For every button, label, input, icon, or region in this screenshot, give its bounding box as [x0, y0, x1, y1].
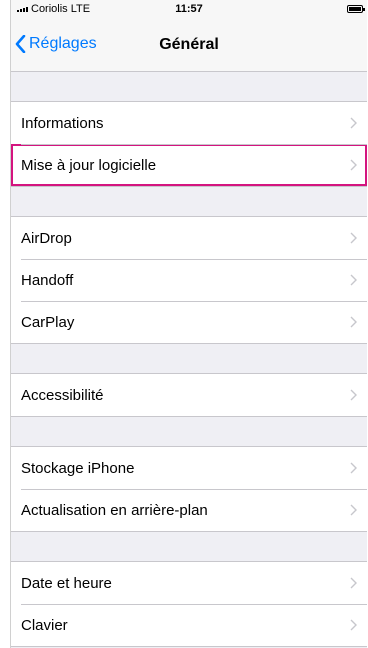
row-label: Actualisation en arrière-plan	[21, 501, 208, 519]
chevron-right-icon	[350, 316, 357, 328]
row-date-time[interactable]: Date et heure	[11, 562, 367, 604]
settings-group-about: Informations Mise à jour logicielle	[11, 102, 367, 187]
settings-screen: Coriolis LTE 11:57 Réglages Général Info…	[10, 0, 367, 648]
navigation-bar: Réglages Général	[11, 20, 367, 72]
row-label: AirDrop	[21, 229, 72, 247]
section-spacer	[11, 187, 367, 217]
battery-full-icon	[347, 5, 365, 13]
chevron-right-icon	[350, 619, 357, 631]
row-keyboard[interactable]: Clavier	[11, 604, 367, 646]
row-label: Clavier	[21, 616, 68, 634]
chevron-right-icon	[350, 389, 357, 401]
status-bar: Coriolis LTE 11:57	[11, 0, 367, 20]
settings-group-accessibility: Accessibilité	[11, 374, 367, 417]
row-software-update[interactable]: Mise à jour logicielle	[11, 144, 367, 186]
chevron-right-icon	[350, 159, 357, 171]
section-spacer	[11, 532, 367, 562]
section-spacer	[11, 72, 367, 102]
chevron-right-icon	[350, 232, 357, 244]
chevron-right-icon	[350, 504, 357, 516]
row-airdrop[interactable]: AirDrop	[11, 217, 367, 259]
row-background-refresh[interactable]: Actualisation en arrière-plan	[11, 489, 367, 531]
chevron-right-icon	[350, 577, 357, 589]
row-label: CarPlay	[21, 313, 75, 331]
status-time: 11:57	[175, 3, 203, 15]
chevron-right-icon	[350, 117, 357, 129]
section-spacer	[11, 417, 367, 447]
section-spacer	[11, 344, 367, 374]
settings-group-connectivity: AirDrop Handoff CarPlay	[11, 217, 367, 344]
row-iphone-storage[interactable]: Stockage iPhone	[11, 447, 367, 489]
settings-group-storage: Stockage iPhone Actualisation en arrière…	[11, 447, 367, 532]
row-informations[interactable]: Informations	[11, 102, 367, 144]
row-label: Accessibilité	[21, 386, 104, 404]
row-accessibility[interactable]: Accessibilité	[11, 374, 367, 416]
page-title: Général	[159, 36, 219, 53]
chevron-right-icon	[350, 462, 357, 474]
row-label: Mise à jour logicielle	[21, 156, 157, 174]
settings-list: Informations Mise à jour logicielle AirD…	[11, 72, 367, 647]
row-label: Handoff	[21, 271, 74, 289]
row-label: Date et heure	[21, 574, 112, 592]
row-label: Stockage iPhone	[21, 459, 135, 477]
row-label: Informations	[21, 114, 104, 132]
row-carplay[interactable]: CarPlay	[11, 301, 367, 343]
settings-group-datetime-keyboard: Date et heure Clavier	[11, 562, 367, 647]
chevron-right-icon	[350, 274, 357, 286]
row-handoff[interactable]: Handoff	[11, 259, 367, 301]
